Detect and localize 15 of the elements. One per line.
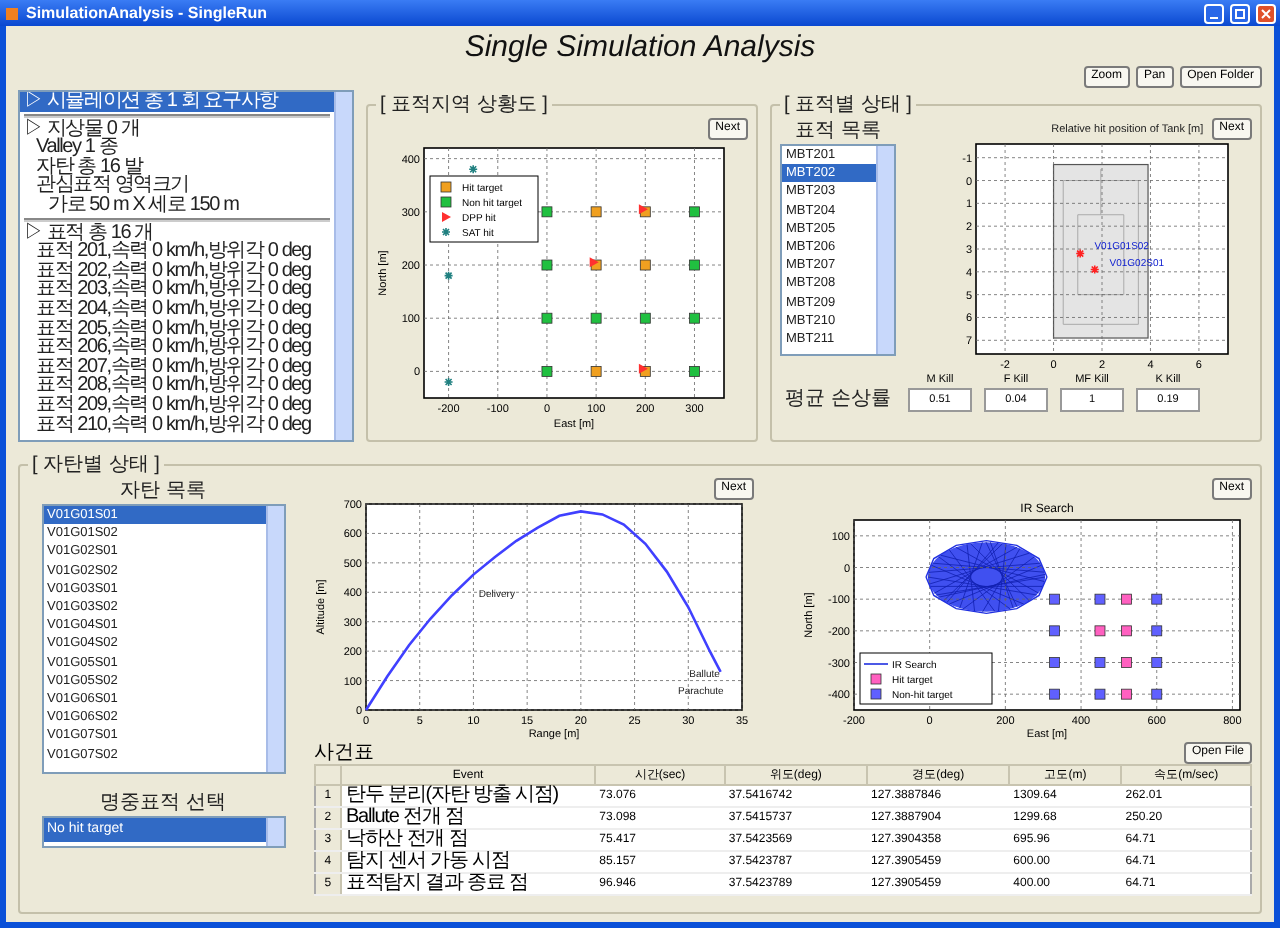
app-title: Single Simulation Analysis xyxy=(464,29,816,63)
panel-title: [ 자탄별 상태 ] xyxy=(30,452,162,478)
list-title: 명중표적 선택 xyxy=(100,790,226,816)
table-cell: 표적탐지 결과 종료 점 xyxy=(340,873,596,895)
table-title: 사건표 xyxy=(314,740,374,766)
field-label: 평균 손상률 xyxy=(783,386,893,412)
panel-title: [ 표적별 상태 ] xyxy=(782,92,914,118)
list-title: 자탄 목록 xyxy=(120,478,206,504)
table-cell: 탄두 분리(자탄 방출 시점) xyxy=(340,785,596,807)
table-cell: Ballute 전개 점 xyxy=(340,807,596,829)
table-cell: 탐지 센서 가동 시점 xyxy=(340,851,596,873)
list-title: 표적 목록 xyxy=(795,118,881,144)
window-title: SimulationAnalysis - SingleRun xyxy=(26,4,269,22)
table-cell: 낙하산 전개 점 xyxy=(340,829,596,851)
panel-title: [ 표적지역 상황도 ] xyxy=(378,92,550,118)
